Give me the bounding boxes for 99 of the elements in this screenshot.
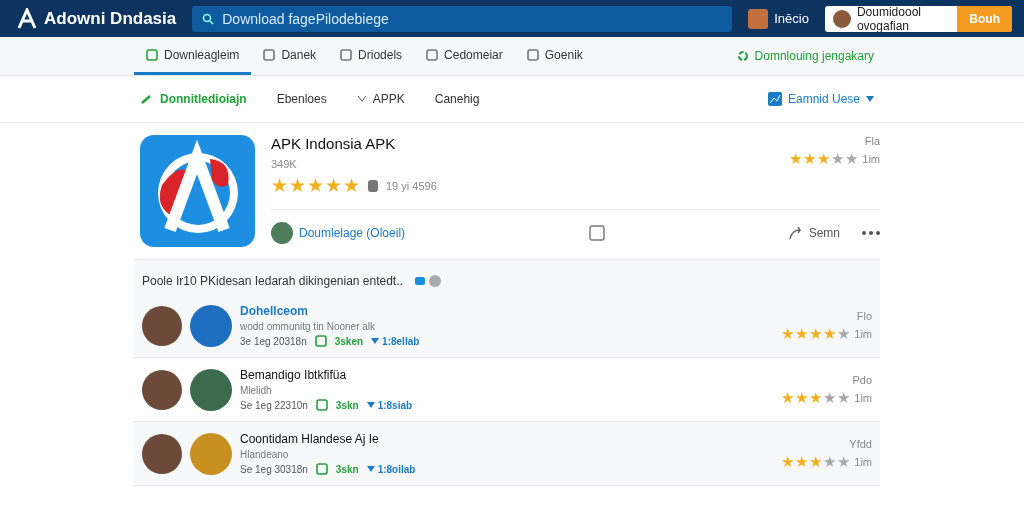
like-count: 3skn [335, 463, 359, 475]
star-icon: ★ [271, 176, 288, 195]
tag-label: Fla [864, 135, 880, 147]
star-icon: ★ [795, 390, 809, 405]
square-icon [426, 48, 439, 61]
sort-dropdown[interactable]: Eamnid Uese [767, 92, 874, 106]
tab[interactable]: Cedomeiar [414, 37, 515, 75]
download-count: 19 yi 4596 [386, 179, 437, 192]
review-text: Mlelidh [240, 385, 273, 396]
search-field[interactable]: Download fagePilodebiege [192, 5, 733, 32]
star-icon: ★ [781, 390, 795, 405]
badge-icon [368, 179, 378, 192]
square-icon [315, 399, 328, 411]
review-date: Se 1eg 22310n [240, 399, 308, 411]
chart-icon [767, 92, 782, 106]
tab[interactable]: Downleagleim [134, 37, 252, 75]
refresh-icon [736, 50, 749, 62]
reviewer-name: Bemandigo Ibtkfifüa [240, 368, 348, 382]
tag-icon [414, 277, 425, 285]
info-icon [428, 275, 441, 287]
avatar-icon [271, 222, 293, 244]
star-icon: ★ [343, 176, 360, 195]
download-link[interactable]: Doumlelage (Oloeil) [271, 222, 406, 244]
avatar-icon [190, 304, 232, 347]
reply-count[interactable]: 1:8ellab [382, 335, 420, 347]
star-icon: ★ [837, 390, 851, 405]
star-icon: ★ [289, 176, 306, 195]
star-icon: ★ [781, 326, 795, 341]
review-date: 3e 1eg 20318n [240, 335, 307, 347]
tag-label: Yfdd [849, 438, 872, 450]
avatar-icon [190, 368, 232, 411]
star-icon: ★ [809, 326, 823, 341]
star-icon: ★ [831, 151, 845, 166]
square-icon [146, 48, 158, 61]
share-button[interactable]: Semn [788, 226, 840, 240]
reviewer-name: Coontidam Hlandese Aj Ie [240, 432, 380, 446]
time-label: 1im [854, 327, 872, 340]
avatar-icon [832, 9, 851, 28]
tab[interactable]: Driodels [328, 37, 415, 75]
star-icon: ★ [325, 176, 342, 195]
app-icon [140, 135, 255, 247]
star-icon: ★ [823, 390, 837, 405]
avatar-icon [142, 305, 182, 346]
tab[interactable]: Goenik [514, 37, 595, 75]
filter-item[interactable]: APPK [356, 92, 405, 106]
star-icon: ★ [803, 151, 817, 166]
caret-icon [371, 338, 380, 344]
time-label: 1im [854, 455, 872, 468]
avatar-icon [748, 8, 769, 29]
reply-count[interactable]: 1:8siab [377, 399, 413, 411]
star-icon: ★ [823, 326, 837, 341]
star-icon: ★ [837, 454, 851, 469]
square-icon [263, 48, 276, 61]
download-field[interactable]: Doumidoool ovogafian Bouh [824, 5, 1012, 32]
caret-icon [366, 466, 375, 472]
avatar-icon [142, 369, 182, 410]
avatar-icon [142, 433, 182, 474]
star-icon: ★ [817, 151, 831, 166]
logo-icon [16, 7, 38, 30]
filter-item[interactable]: Canehig [434, 92, 480, 106]
star-icon: ★ [809, 390, 823, 405]
star-icon: ★ [809, 454, 823, 469]
caret-icon [866, 96, 874, 102]
time-label: 1im [862, 152, 880, 165]
more-icon[interactable] [862, 231, 880, 235]
star-icon: ★ [307, 176, 324, 195]
caret-icon [366, 402, 375, 408]
review-text: Hlandeano [240, 449, 290, 460]
star-icon: ★ [795, 326, 809, 341]
square-icon [315, 463, 328, 475]
square-icon [340, 48, 353, 61]
reviewer-name: Dohellceom [240, 304, 309, 318]
reviews-title: Poole Ir10 PKidesan Iedarah dikingenian entedt.. [141, 273, 404, 290]
app-size: 349K [271, 158, 298, 170]
avatar-icon [190, 432, 232, 475]
star-icon: ★ [837, 326, 851, 341]
tab[interactable]: Danek [251, 37, 329, 75]
tag-label: Flo [856, 310, 872, 322]
square-icon [314, 335, 327, 347]
reply-count[interactable]: 1:8oilab [377, 463, 416, 475]
app-title: APK Indonsia APK [271, 135, 397, 152]
site-name: Adowni Dndasia [44, 8, 177, 29]
review-date: Se 1eg 30318n [240, 463, 308, 475]
star-icon: ★ [781, 454, 795, 469]
search-icon [202, 12, 215, 25]
tag-label: Pdo [852, 374, 872, 386]
user-menu[interactable]: Inēcio [748, 8, 809, 29]
star-icon: ★ [795, 454, 809, 469]
star-icon: ★ [789, 151, 803, 166]
site-logo[interactable]: Adowni Dndasia [16, 7, 177, 30]
review-text: wodd ommunitg tin Nooner alk [240, 321, 377, 332]
chevron-down-icon [356, 95, 367, 103]
time-label: 1im [854, 391, 872, 404]
like-count: 3skn [335, 399, 359, 411]
square-icon [526, 48, 539, 61]
star-icon: ★ [823, 454, 837, 469]
star-icon: ★ [845, 151, 859, 166]
filter-item[interactable]: Ebenloes [276, 92, 327, 106]
like-count: 3sken [334, 335, 364, 347]
